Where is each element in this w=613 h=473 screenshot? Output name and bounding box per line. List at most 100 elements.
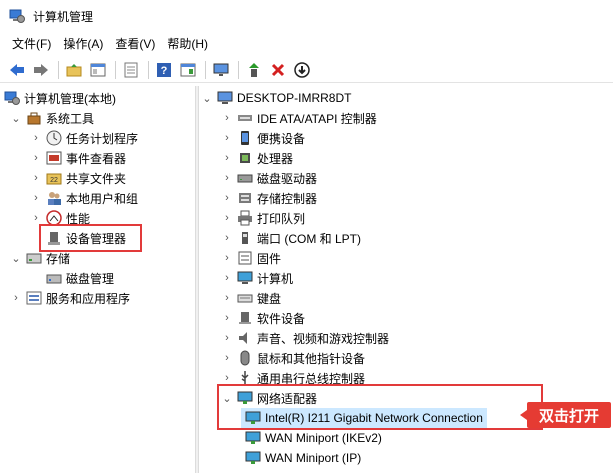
chevron-down-icon[interactable]: ⌄ — [201, 92, 213, 105]
device-category[interactable]: › 处理器 — [221, 148, 293, 168]
chevron-right-icon[interactable]: › — [221, 272, 233, 284]
chevron-right-icon[interactable]: › — [221, 172, 233, 184]
processor-icon — [237, 150, 253, 166]
chevron-right-icon[interactable]: › — [221, 312, 233, 324]
computer-management-icon — [4, 90, 20, 106]
network-device-wan-ip[interactable]: WAN Miniport (IP) — [241, 448, 361, 468]
chevron-right-icon[interactable]: › — [221, 152, 233, 164]
tree-item-root[interactable]: 计算机管理(本地) — [4, 88, 116, 108]
network-device-wan-ikev2[interactable]: WAN Miniport (IKEv2) — [241, 428, 382, 448]
tree-item-task-scheduler[interactable]: › 任务计划程序 — [30, 128, 138, 148]
tree-item-services-apps[interactable]: › 服务和应用程序 — [10, 288, 130, 308]
chevron-right-icon[interactable]: › — [30, 132, 42, 144]
chevron-right-icon[interactable]: › — [221, 132, 233, 144]
computer-icon — [237, 270, 253, 286]
tree-item-shared-folders[interactable]: › 22 共享文件夹 — [30, 168, 126, 188]
toolbox-icon — [26, 110, 42, 126]
menu-help[interactable]: 帮助(H) — [161, 34, 214, 54]
chevron-right-icon[interactable]: › — [30, 152, 42, 164]
tree-label-storage: 存储 — [46, 251, 71, 266]
tree-label-event-viewer: 事件查看器 — [66, 151, 127, 166]
tree-item-computer[interactable]: ⌄ DESKTOP-IMRR8DT — [201, 88, 351, 108]
chevron-down-icon[interactable]: ⌄ — [10, 112, 22, 125]
device-category-label: 固件 — [257, 251, 282, 266]
chevron-right-icon[interactable]: › — [221, 292, 233, 304]
chevron-right-icon[interactable]: › — [30, 212, 42, 224]
update-driver-icon[interactable] — [243, 59, 265, 81]
device-category-label: IDE ATA/ATAPI 控制器 — [257, 111, 377, 126]
chevron-right-icon[interactable]: › — [221, 352, 233, 364]
users-icon — [46, 190, 62, 206]
chevron-down-icon[interactable]: ⌄ — [10, 252, 22, 265]
svg-text:22: 22 — [50, 177, 58, 184]
folder-up-icon[interactable] — [63, 59, 85, 81]
monitor-icon[interactable] — [210, 59, 232, 81]
disk-management-icon — [46, 270, 62, 286]
chevron-right-icon[interactable]: › — [221, 252, 233, 264]
network-device-label: WAN Miniport (IP) — [265, 451, 362, 465]
chevron-right-icon[interactable]: › — [221, 332, 233, 344]
device-category-label: 键盘 — [257, 291, 282, 306]
device-category-label: 声音、视频和游戏控制器 — [257, 331, 390, 346]
help-icon[interactable]: ? — [153, 59, 175, 81]
device-category[interactable]: › 软件设备 — [221, 308, 305, 328]
device-category[interactable]: › 声音、视频和游戏控制器 — [221, 328, 389, 348]
chevron-right-icon[interactable]: › — [221, 372, 233, 384]
back-arrow-icon[interactable] — [6, 59, 28, 81]
forward-arrow-icon[interactable] — [30, 59, 52, 81]
chevron-right-icon[interactable]: › — [30, 192, 42, 204]
disable-device-icon[interactable] — [291, 59, 313, 81]
device-category[interactable]: › 磁盘驱动器 — [221, 168, 317, 188]
speaker-icon — [237, 330, 253, 346]
shared-folder-icon: 22 — [46, 170, 62, 186]
device-category-label: 存储控制器 — [257, 191, 318, 206]
tree-label-shared-folders: 共享文件夹 — [66, 171, 127, 186]
storage-icon — [26, 250, 42, 266]
action-pane-icon[interactable] — [177, 59, 199, 81]
double-click-callout: 双击打开 — [520, 402, 611, 428]
device-category-label: 磁盘驱动器 — [257, 171, 318, 186]
device-category[interactable]: › 鼠标和其他指针设备 — [221, 348, 365, 368]
properties-icon[interactable] — [120, 59, 142, 81]
chevron-right-icon[interactable]: › — [10, 292, 22, 304]
portable-device-icon — [237, 130, 253, 146]
menu-file[interactable]: 文件(F) — [6, 34, 57, 54]
device-category[interactable]: › 固件 — [221, 248, 281, 268]
tree-item-disk-management[interactable]: 磁盘管理 — [42, 268, 114, 288]
mouse-icon — [237, 350, 253, 366]
tree-label-disk-management: 磁盘管理 — [66, 271, 115, 286]
device-category[interactable]: › 打印队列 — [221, 208, 305, 228]
tree-label-local-users: 本地用户和组 — [66, 191, 139, 206]
chevron-right-icon[interactable]: › — [30, 172, 42, 184]
chevron-right-icon[interactable]: › — [221, 212, 233, 224]
event-viewer-icon — [46, 150, 62, 166]
network-adapters-highlight — [217, 384, 543, 430]
network-device-label: WAN Miniport (IKEv2) — [265, 431, 382, 445]
device-category[interactable]: › 便携设备 — [221, 128, 305, 148]
tree-item-local-users[interactable]: › 本地用户和组 — [30, 188, 138, 208]
chevron-right-icon[interactable]: › — [221, 192, 233, 204]
chevron-right-icon[interactable]: › — [221, 232, 233, 244]
disk-drive-icon — [237, 170, 253, 186]
storage-controller-icon — [237, 190, 253, 206]
tree-label-task-scheduler: 任务计划程序 — [66, 131, 139, 146]
menu-action[interactable]: 操作(A) — [57, 34, 109, 54]
device-category[interactable]: › 计算机 — [221, 268, 293, 288]
show-hide-tree-icon[interactable] — [87, 59, 109, 81]
device-category[interactable]: › IDE ATA/ATAPI 控制器 — [221, 108, 377, 128]
toolbar-separator — [238, 60, 239, 79]
device-category[interactable]: › 键盘 — [221, 288, 281, 308]
device-category-label: 鼠标和其他指针设备 — [257, 351, 366, 366]
printer-icon — [237, 210, 253, 226]
network-adapter-icon — [245, 430, 261, 446]
menu-view[interactable]: 查看(V) — [109, 34, 161, 54]
console-tree: 计算机管理(本地) ⌄ 系统工具 › 任务计划程序 › 事件查看器 › 22 共… — [0, 86, 195, 473]
device-category[interactable]: › 存储控制器 — [221, 188, 317, 208]
tree-item-event-viewer[interactable]: › 事件查看器 — [30, 148, 126, 168]
chevron-right-icon[interactable]: › — [221, 112, 233, 124]
uninstall-icon[interactable] — [267, 59, 289, 81]
menu-bar: 文件(F) 操作(A) 查看(V) 帮助(H) — [0, 33, 613, 55]
device-category[interactable]: › 端口 (COM 和 LPT) — [221, 228, 361, 248]
device-category-label: 端口 (COM 和 LPT) — [257, 231, 361, 246]
tree-item-system-tools[interactable]: ⌄ 系统工具 — [10, 108, 94, 128]
